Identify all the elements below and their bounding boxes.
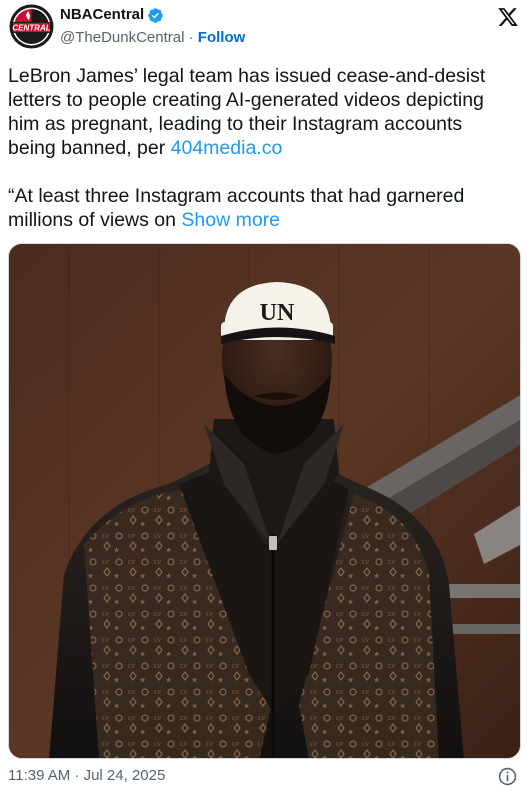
info-icon[interactable]: [498, 767, 517, 786]
account-name-row[interactable]: NBACentral: [60, 5, 164, 25]
separator-dot: ·: [184, 29, 198, 46]
tweet-body: LeBron James’ legal team has issued ceas…: [8, 64, 513, 232]
avatar-text: CENTRAL: [12, 24, 50, 33]
tweet-header: CENTRAL NBACentral @TheDunkCentral · Fol…: [0, 0, 527, 52]
follow-button[interactable]: Follow: [198, 29, 246, 46]
photo-illustration: LV: [9, 244, 520, 758]
show-more-link[interactable]: Show more: [181, 209, 280, 231]
cap-logo-text: UN: [260, 300, 295, 326]
x-logo-icon[interactable]: [497, 6, 519, 28]
account-name[interactable]: NBACentral: [60, 5, 144, 25]
account-handle[interactable]: @TheDunkCentral: [60, 29, 184, 46]
verified-badge-icon: [148, 7, 163, 23]
tweet-quote-paragraph: “At least three Instagram accounts that …: [8, 184, 513, 232]
account-avatar[interactable]: CENTRAL: [8, 3, 55, 50]
nba-central-logo-icon: CENTRAL: [8, 3, 55, 50]
source-link[interactable]: 404media.co: [171, 137, 283, 159]
tweet-photo[interactable]: LV: [8, 243, 521, 759]
tweet-timestamp[interactable]: 11:39 AM · Jul 24, 2025: [8, 766, 165, 786]
handle-row: @TheDunkCentral · Follow: [60, 28, 245, 48]
tweet-paragraph: LeBron James’ legal team has issued ceas…: [8, 64, 513, 160]
